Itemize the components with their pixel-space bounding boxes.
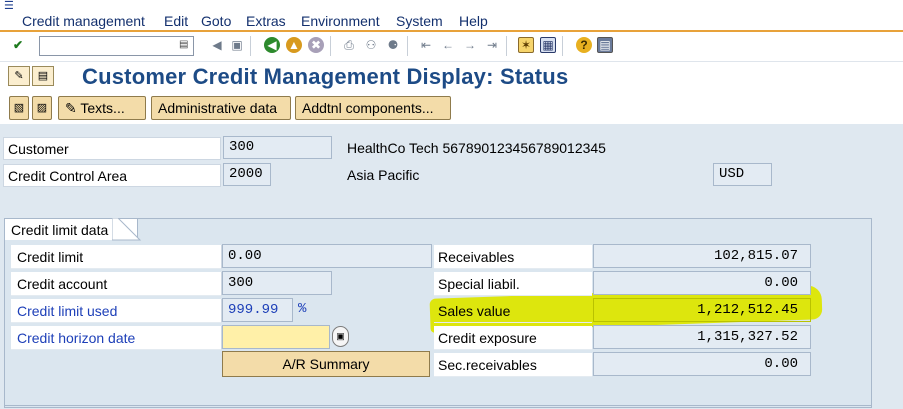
- credit-exposure-field[interactable]: 1,315,327.52: [593, 325, 811, 349]
- credit-account-field[interactable]: 300: [222, 271, 332, 295]
- administrative-data-button[interactable]: Administrative data: [151, 96, 291, 120]
- calendar-help-icon[interactable]: ▣: [332, 326, 349, 347]
- group-tab-corner: [112, 218, 142, 241]
- page-title: Customer Credit Management Display: Stat…: [82, 64, 569, 89]
- credit-horizon-date-input[interactable]: [222, 325, 330, 349]
- toolbar-separator: [506, 36, 507, 56]
- texts-button[interactable]: ✎ Texts...: [58, 96, 146, 120]
- credit-control-area-field[interactable]: 2000: [223, 163, 271, 186]
- credit-limit-used-field[interactable]: 999.99: [222, 298, 293, 322]
- menu-edit[interactable]: Edit: [164, 12, 188, 30]
- sales-value-label: Sales value: [434, 299, 592, 323]
- previous-screen-icon[interactable]: ▧: [9, 96, 29, 120]
- cancel-icon[interactable]: ✖: [308, 37, 324, 53]
- credit-control-area-label: Credit Control Area: [3, 164, 221, 187]
- menu-extras[interactable]: Extras: [246, 12, 286, 30]
- create-session-icon[interactable]: ✶: [518, 37, 534, 53]
- sec-receivables-field[interactable]: 0.00: [593, 352, 811, 376]
- first-page-icon[interactable]: ⇤: [418, 37, 434, 53]
- back-icon[interactable]: ◀: [264, 37, 280, 53]
- customer-field[interactable]: 300: [223, 136, 332, 159]
- ar-summary-button[interactable]: A/R Summary: [222, 351, 430, 377]
- display-change-icon[interactable]: ✎: [8, 66, 30, 86]
- sales-value-field[interactable]: 1,212,512.45: [593, 298, 811, 322]
- next-page-icon[interactable]: →: [462, 37, 478, 53]
- addtnl-components-button[interactable]: Addtnl components...: [295, 96, 451, 120]
- customer-name: HealthCo Tech 567890123456789012345: [347, 140, 606, 156]
- save-icon[interactable]: ▣: [229, 37, 245, 53]
- credit-limit-used-label: Credit limit used: [11, 299, 222, 323]
- prev-page-icon[interactable]: ←: [440, 37, 456, 53]
- texts-button-label: Texts...: [80, 100, 125, 116]
- last-page-icon[interactable]: ⇥: [484, 37, 500, 53]
- receivables-label: Receivables: [434, 245, 592, 269]
- receivables-field[interactable]: 102,815.07: [593, 244, 811, 268]
- credit-exposure-label: Credit exposure: [434, 326, 592, 350]
- currency-field[interactable]: USD: [713, 163, 772, 186]
- help-icon[interactable]: ?: [576, 37, 592, 53]
- shortcut-icon[interactable]: ▦: [540, 37, 556, 53]
- toolbar-separator: [330, 36, 331, 56]
- print-icon[interactable]: ⎙: [341, 37, 357, 53]
- find-icon[interactable]: ⚇: [363, 37, 379, 53]
- command-field[interactable]: [39, 36, 194, 56]
- credit-account-label: Credit account: [11, 272, 222, 296]
- special-liabil-label: Special liabil.: [434, 272, 592, 296]
- layout-menu-icon[interactable]: ▤: [597, 37, 613, 53]
- credit-control-area-name: Asia Pacific: [347, 167, 420, 183]
- menu-environment[interactable]: Environment: [301, 12, 380, 30]
- next-screen-icon[interactable]: ▨: [32, 96, 52, 120]
- exit-icon[interactable]: ▲: [286, 37, 302, 53]
- sec-receivables-label: Sec.receivables: [434, 353, 592, 377]
- credit-limit-field[interactable]: 0.00: [222, 244, 432, 268]
- other-customer-icon[interactable]: ▤: [32, 66, 54, 86]
- enter-icon[interactable]: ✔: [10, 37, 26, 53]
- collapse-field-icon[interactable]: ◀: [209, 37, 225, 53]
- toolbar-separator: [562, 36, 563, 56]
- menu-system[interactable]: System: [396, 12, 443, 30]
- find-next-icon[interactable]: ⚈: [385, 37, 401, 53]
- bottom-divider: [4, 405, 872, 406]
- percent-sign: %: [298, 301, 307, 317]
- group-title: Credit limit data: [11, 222, 109, 238]
- menu-goto[interactable]: Goto: [201, 12, 231, 30]
- pencil-icon: ✎: [65, 100, 81, 116]
- special-liabil-field[interactable]: 0.00: [593, 271, 811, 295]
- customer-label: Customer: [3, 137, 221, 160]
- credit-limit-label: Credit limit: [11, 245, 222, 269]
- toolbar-separator: [407, 36, 408, 56]
- credit-horizon-date-label: Credit horizon date: [11, 326, 222, 350]
- menu-help[interactable]: Help: [459, 12, 488, 30]
- system-menu-icon[interactable]: ☰: [4, 0, 16, 12]
- toolbar-separator: [250, 36, 251, 56]
- menu-credit-management[interactable]: Credit management: [22, 12, 145, 30]
- command-history-icon[interactable]: ▤: [179, 39, 188, 50]
